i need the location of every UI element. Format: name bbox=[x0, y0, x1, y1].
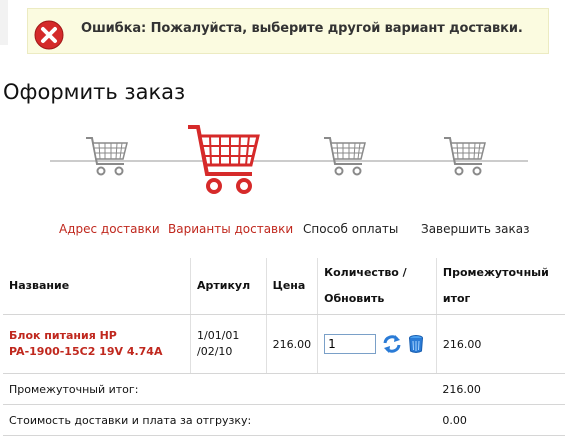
left-edge-strip bbox=[0, 0, 8, 45]
cart-icon bbox=[444, 137, 486, 176]
subtotal-cell: 216.00 bbox=[436, 314, 565, 374]
step-payment-method: Способ оплаты bbox=[303, 222, 399, 236]
product-link[interactable]: Блок питания HP PA-1900-15C2 19V 4.74A bbox=[9, 328, 184, 360]
cart-table: Название Артикул Цена Количество / Обнов… bbox=[3, 258, 565, 436]
error-alert: Ошибка: Пожалуйста, выберите другой вари… bbox=[27, 8, 549, 54]
col-header-name: Название bbox=[3, 258, 191, 315]
col-header-subtotal-line2: итог bbox=[442, 292, 471, 305]
cart-icon bbox=[324, 137, 366, 176]
checkout-steps: Адрес доставки Варианты доставки Способ … bbox=[0, 120, 567, 240]
sku-line1: 1/01/01 bbox=[196, 329, 240, 342]
error-x-icon bbox=[34, 20, 64, 50]
quantity-input[interactable] bbox=[324, 334, 377, 354]
delete-icon[interactable] bbox=[408, 334, 424, 354]
table-row: Блок питания HP PA-1900-15C2 19V 4.74A 1… bbox=[3, 314, 565, 374]
price-cell: 216.00 bbox=[266, 314, 319, 374]
col-header-qty-line2: Обновить bbox=[324, 292, 385, 305]
step-shipping-options[interactable]: Варианты доставки bbox=[168, 222, 293, 236]
step-shipping-address[interactable]: Адрес доставки bbox=[59, 222, 160, 236]
col-header-qty-line1: Количество / bbox=[324, 266, 407, 279]
product-name-line1[interactable]: Блок питания HP bbox=[9, 328, 184, 344]
cart-icon-active bbox=[188, 125, 260, 194]
summary-shipping-label: Стоимость доставки и плата за отгрузку: bbox=[3, 404, 437, 436]
step-complete-order: Завершить заказ bbox=[421, 222, 530, 236]
col-header-sku: Артикул bbox=[190, 258, 267, 315]
subtotal-row: Промежуточный итог: 216.00 bbox=[3, 373, 565, 405]
col-header-subtotal-line1: Промежуточный bbox=[442, 266, 549, 279]
product-name-cell: Блок питания HP PA-1900-15C2 19V 4.74A bbox=[3, 314, 191, 374]
error-message: Ошибка: Пожалуйста, выберите другой вари… bbox=[81, 21, 523, 36]
cart-icon bbox=[86, 137, 128, 176]
page-title: Оформить заказ bbox=[3, 80, 186, 104]
summary-subtotal-value: 216.00 bbox=[436, 373, 565, 405]
summary-shipping-value: 0.00 bbox=[436, 404, 565, 436]
table-header-row: Название Артикул Цена Количество / Обнов… bbox=[3, 258, 565, 315]
product-name-line2[interactable]: PA-1900-15C2 19V 4.74A bbox=[9, 344, 184, 360]
shipping-row: Стоимость доставки и плата за отгрузку: … bbox=[3, 404, 565, 436]
refresh-icon[interactable] bbox=[382, 334, 402, 354]
col-header-subtotal: Промежуточный итог bbox=[436, 258, 565, 315]
sku-cell: 1/01/01 /02/10 bbox=[190, 314, 267, 374]
col-header-price: Цена bbox=[266, 258, 319, 315]
summary-subtotal-label: Промежуточный итог: bbox=[3, 373, 437, 405]
sku-line2: /02/10 bbox=[196, 345, 233, 358]
col-header-qty: Количество / Обновить bbox=[317, 258, 437, 315]
qty-cell bbox=[317, 314, 437, 374]
